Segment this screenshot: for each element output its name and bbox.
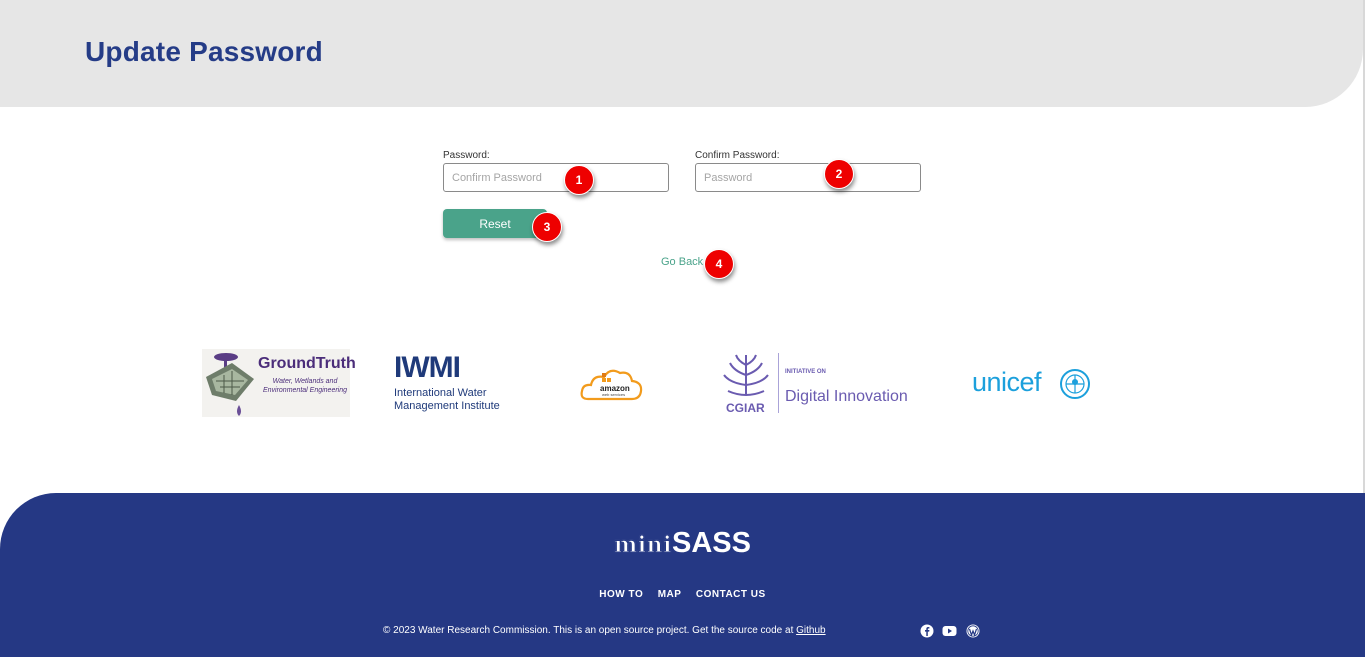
youtube-icon[interactable] [942,623,957,638]
partner-logos: GroundTruth Water, Wetlands and Environm… [0,345,1365,425]
brand-mini: mini [614,532,673,559]
confirm-password-label: Confirm Password: [695,150,780,161]
iwmi-line-2: Management Institute [394,400,500,412]
cgiar-wheat-icon [723,354,769,396]
unicef-text: unicef [972,367,1042,397]
groundtruth-emblem-icon [206,353,254,416]
password-field-group: Password: [443,150,669,192]
cgiar-initiative: INITIATIVE ON [785,369,826,375]
page-title: Update Password [85,36,323,67]
annotation-badge-2: 2 [824,159,854,189]
minisass-logo[interactable]: miniSASS [0,527,1365,560]
footer-nav: HOW TO MAP CONTACT US [0,584,1365,602]
iwmi-line-1: International Water [394,387,487,399]
annotation-badge-3: 3 [532,212,562,242]
cgiar-label: CGIAR [726,401,765,415]
copyright-text: © 2023 Water Research Commission. This i… [383,625,826,636]
aws-subtext: web services [602,392,626,397]
brand-sass: SASS [672,527,751,559]
unicef-emblem-icon [1060,369,1090,399]
password-input[interactable] [443,163,669,192]
aws-logo[interactable]: amazon web services [580,365,644,405]
cgiar-divider [778,353,779,413]
facebook-icon[interactable] [919,623,934,638]
footer-nav-contact-us[interactable]: CONTACT US [696,589,766,600]
annotation-badge-4: 4 [704,249,734,279]
wordpress-icon[interactable] [965,623,980,638]
unicef-logo[interactable]: unicef [972,367,1096,403]
go-back-link[interactable]: Go Back [661,256,703,268]
annotation-badge-1: 1 [564,165,594,195]
confirm-password-input[interactable] [695,163,921,192]
groundtruth-subtitle: Water, Wetlands and Environmental Engine… [262,378,348,394]
site-footer: miniSASS HOW TO MAP CONTACT US © 2023 Wa… [0,493,1365,657]
footer-nav-how-to[interactable]: HOW TO [599,589,643,600]
confirm-password-field-group: Confirm Password: [695,150,921,192]
social-links [919,623,980,638]
iwmi-mark: IWMI [394,351,461,384]
page-header: Update Password [0,0,1363,107]
password-label: Password: [443,150,490,161]
copyright-statement: © 2023 Water Research Commission. This i… [383,625,797,636]
cgiar-logo[interactable]: CGIAR INITIATIVE ON Digital Innovation [720,351,930,417]
iwmi-logo[interactable]: IWMI International Water Management Inst… [394,353,524,419]
groundtruth-name: GroundTruth [258,355,356,372]
cgiar-digital-innovation: Digital Innovation [785,388,908,405]
footer-nav-map[interactable]: MAP [658,589,682,600]
groundtruth-logo[interactable]: GroundTruth Water, Wetlands and Environm… [202,349,356,417]
github-link[interactable]: Github [796,625,825,636]
